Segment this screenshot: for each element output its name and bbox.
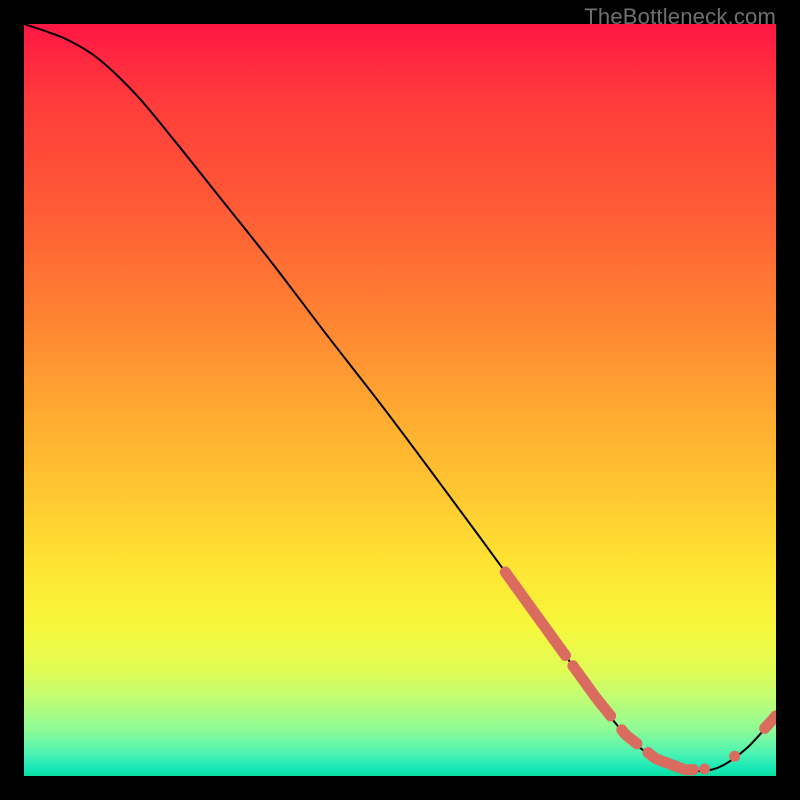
chart-curve-layer: [24, 24, 776, 776]
chart-markers: [500, 567, 776, 776]
chart-curve: [24, 24, 776, 771]
chart-plot-area: [24, 24, 776, 776]
watermark-text: TheBottleneck.com: [584, 4, 776, 30]
